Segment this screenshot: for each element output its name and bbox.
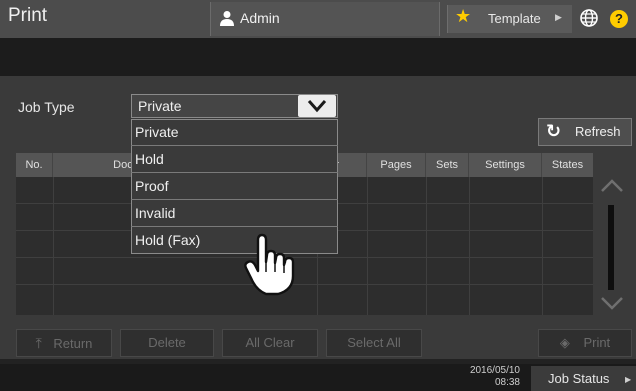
datetime: 2016/05/10 08:38 (440, 365, 520, 389)
date-text: 2016/05/10 (469, 365, 520, 376)
chevron-right-icon: ▶ (555, 13, 562, 23)
refresh-icon: ↻ (546, 121, 562, 142)
option-hold[interactable]: Hold (131, 146, 338, 173)
col-sets[interactable]: Sets (426, 153, 469, 177)
table-divider (53, 177, 54, 315)
user-name: Admin (240, 10, 280, 26)
option-hold-fax[interactable]: Hold (Fax) (131, 227, 338, 254)
table-divider (542, 177, 543, 315)
header-spacer (0, 38, 636, 76)
table-row[interactable] (16, 258, 593, 285)
help-icon[interactable]: ? (610, 10, 628, 28)
scroll-down-icon[interactable] (598, 292, 626, 314)
time-text: 08:38 (494, 377, 520, 388)
table-divider (426, 177, 427, 315)
return-label: Return (53, 336, 93, 351)
select-all-button[interactable]: Select All (326, 329, 422, 357)
return-icon: ⤒ (35, 335, 42, 351)
delete-button[interactable]: Delete (120, 329, 214, 357)
scrollbar[interactable] (608, 205, 614, 290)
col-states[interactable]: States (542, 153, 593, 177)
all-clear-button[interactable]: All Clear (222, 329, 318, 357)
col-pages[interactable]: Pages (367, 153, 426, 177)
col-settings[interactable]: Settings (469, 153, 542, 177)
print-label: Print (583, 335, 611, 350)
scroll-up-icon[interactable] (598, 175, 626, 197)
job-type-label: Job Type (18, 99, 75, 115)
user-icon (220, 11, 234, 26)
chevron-right-icon: ▶ (625, 375, 632, 384)
return-button[interactable]: ⤒ Return (16, 329, 112, 357)
page-title: Print (8, 5, 48, 26)
table-row[interactable] (16, 285, 593, 312)
chevron-down-icon (307, 100, 327, 113)
table-divider (367, 177, 368, 315)
option-proof[interactable]: Proof (131, 173, 338, 200)
option-invalid[interactable]: Invalid (131, 200, 338, 227)
star-icon: ★ (455, 6, 472, 27)
option-private[interactable]: Private (131, 119, 338, 146)
col-no[interactable]: No. (16, 153, 53, 177)
table-divider (469, 177, 470, 315)
template-label: Template (488, 11, 541, 26)
job-type-value: Private (138, 98, 182, 114)
print-button[interactable]: ◈ Print (538, 329, 632, 357)
refresh-label: Refresh (575, 124, 621, 139)
job-status-label: Job Status (548, 371, 610, 386)
globe-icon[interactable] (577, 4, 601, 32)
print-icon: ◈ (559, 335, 570, 350)
hand-pointer-icon (244, 233, 295, 296)
